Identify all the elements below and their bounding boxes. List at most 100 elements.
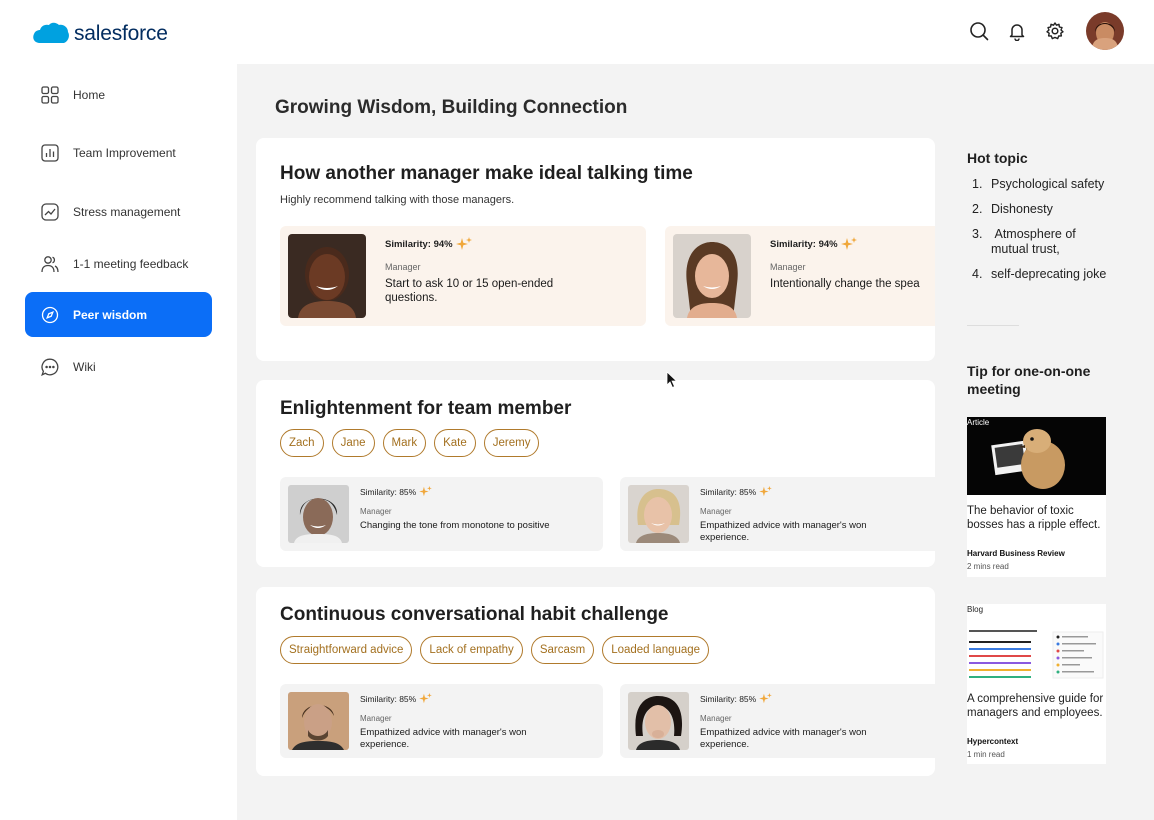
manager-card[interactable]: Similarity: 85% Manager Changing the ton… (280, 477, 603, 551)
team-member-panel: Enlightenment for team member Zach Jane … (256, 380, 935, 567)
sidebar-item-label: Peer wisdom (73, 307, 148, 322)
compass-icon (41, 306, 59, 324)
role-label: Manager (700, 507, 732, 516)
search-icon[interactable] (968, 20, 990, 42)
tip-title: Tip for one-on-one meeting (967, 363, 1091, 397)
manager-photo (628, 692, 689, 750)
sidebar-item-peer-wisdom[interactable]: Peer wisdom (25, 292, 212, 337)
advice-text: Empathized advice with manager's won exp… (700, 520, 867, 543)
article-thumbnail (967, 417, 1106, 495)
hot-topic-title: Hot topic (967, 150, 1028, 166)
role-label: Manager (360, 507, 392, 516)
list-item[interactable]: 4. self-deprecating joke (972, 267, 1106, 282)
advice-text: Empathized advice with manager's won exp… (360, 727, 527, 750)
mouse-cursor-icon (666, 371, 678, 394)
chip-sarcasm[interactable]: Sarcasm (530, 636, 595, 664)
habit-challenge-panel: Continuous conversational habit challeng… (256, 587, 935, 776)
salesforce-logo[interactable]: salesforce (32, 21, 168, 47)
chip-loaded-language[interactable]: Loaded language (602, 636, 710, 664)
sparkle-icon (759, 693, 773, 704)
advice-text: Start to ask 10 or 15 open-ended questio… (385, 278, 554, 304)
right-column: Hot topic 1. Psychological safety 2. Dis… (967, 64, 1154, 820)
sparkle-icon (455, 237, 472, 250)
sidebar-item-meeting-feedback[interactable]: 1-1 meeting feedback (25, 241, 212, 286)
sparkle-icon (419, 486, 433, 497)
sidebar: Home Team Improvement Stress management … (0, 64, 237, 820)
article-card[interactable]: Article The behavior of toxic bosses has… (967, 417, 1106, 577)
role-label: Manager (385, 262, 421, 272)
manager-card[interactable]: Similarity: 85% Manager Empathized advic… (620, 684, 935, 758)
advice-text: Changing the tone from monotone to posit… (360, 520, 550, 531)
brand-name: salesforce (74, 22, 168, 45)
blog-card[interactable]: Blog A comprehensive guide for managers … (967, 604, 1106, 764)
user-avatar[interactable] (1086, 12, 1124, 50)
manager-card[interactable]: Similarity: 94% Manager Intentionally ch… (665, 226, 935, 326)
section-title: Continuous conversational habit challeng… (280, 604, 669, 625)
advice-text: Empathized advice with manager's won exp… (700, 727, 867, 750)
sidebar-item-stress-management[interactable]: Stress management (25, 189, 212, 234)
advice-text: Intentionally change the spea (770, 278, 920, 290)
chip-mark[interactable]: Mark (382, 429, 427, 457)
sidebar-item-label: Wiki (73, 359, 96, 374)
similarity-label: Similarity: 94% (770, 237, 857, 251)
sparkle-icon (840, 237, 857, 250)
article-source: Harvard Business Review (967, 549, 1065, 558)
sidebar-item-label: Stress management (73, 204, 181, 219)
similarity-label: Similarity: 85% (700, 486, 773, 497)
manager-photo (673, 234, 751, 318)
hot-topic-list: 1. Psychological safety 2. Dishonesty 3.… (972, 177, 1106, 292)
similarity-label: Similarity: 85% (360, 693, 433, 704)
bell-icon[interactable] (1006, 20, 1028, 42)
sidebar-item-label: Team Improvement (73, 145, 176, 160)
sidebar-item-wiki[interactable]: Wiki (25, 344, 212, 389)
similarity-label: Similarity: 85% (700, 693, 773, 704)
sidebar-item-team-improvement[interactable]: Team Improvement (25, 130, 212, 175)
section-subtitle: Highly recommend talking with those mana… (280, 194, 515, 206)
people-icon (41, 255, 59, 273)
manager-card[interactable]: Similarity: 85% Manager Empathized advic… (620, 477, 935, 551)
sidebar-item-label: 1-1 meeting feedback (73, 256, 189, 271)
chip-lack-of-empathy[interactable]: Lack of empathy (420, 636, 523, 664)
chip-jeremy[interactable]: Jeremy (483, 429, 540, 457)
gear-icon[interactable] (1044, 20, 1066, 42)
grid-icon (41, 85, 59, 104)
bar-chart-icon (41, 143, 59, 162)
manager-photo (288, 692, 349, 750)
role-label: Manager (700, 714, 732, 723)
list-item[interactable]: 2. Dishonesty (972, 202, 1106, 217)
manager-photo (288, 234, 366, 318)
ideal-talking-time-panel: How another manager make ideal talking t… (256, 138, 935, 361)
page-title: Growing Wisdom, Building Connection (275, 97, 628, 118)
sparkle-icon (759, 486, 773, 497)
trend-icon (41, 202, 59, 221)
chat-icon (41, 358, 59, 376)
list-item[interactable]: 3. Atmosphere of mutual trust, (972, 227, 1106, 257)
chip-straightforward-advice[interactable]: Straightforward advice (280, 636, 413, 664)
divider (967, 325, 1019, 326)
blog-title: A comprehensive guide for managers and e… (967, 693, 1104, 719)
blog-read-time: 1 min read (967, 750, 1005, 759)
blog-source: Hypercontext (967, 737, 1019, 746)
blog-thumbnail (967, 604, 1106, 682)
manager-photo (288, 485, 349, 543)
member-chips: Zach Jane Mark Kate Jeremy (280, 429, 547, 457)
sidebar-item-home[interactable]: Home (25, 72, 212, 117)
habit-chips: Straightforward advice Lack of empathy S… (280, 636, 717, 664)
header-actions (952, 12, 1124, 50)
section-title: How another manager make ideal talking t… (280, 163, 693, 184)
article-read-time: 2 mins read (967, 562, 1009, 571)
role-label: Manager (360, 714, 392, 723)
manager-photo (628, 485, 689, 543)
top-bar: salesforce (0, 0, 1154, 64)
sidebar-item-label: Home (73, 87, 106, 102)
section-title: Enlightenment for team member (280, 398, 572, 419)
chip-zach[interactable]: Zach (280, 429, 324, 457)
cloud-logo-icon (33, 22, 69, 43)
blog-tag: Blog (967, 605, 984, 614)
manager-card[interactable]: Similarity: 85% Manager Empathized advic… (280, 684, 603, 758)
role-label: Manager (770, 262, 806, 272)
chip-kate[interactable]: Kate (434, 429, 476, 457)
manager-card[interactable]: Similarity: 94% Manager Start to ask 10 … (280, 226, 646, 326)
chip-jane[interactable]: Jane (331, 429, 375, 457)
list-item[interactable]: 1. Psychological safety (972, 177, 1106, 192)
